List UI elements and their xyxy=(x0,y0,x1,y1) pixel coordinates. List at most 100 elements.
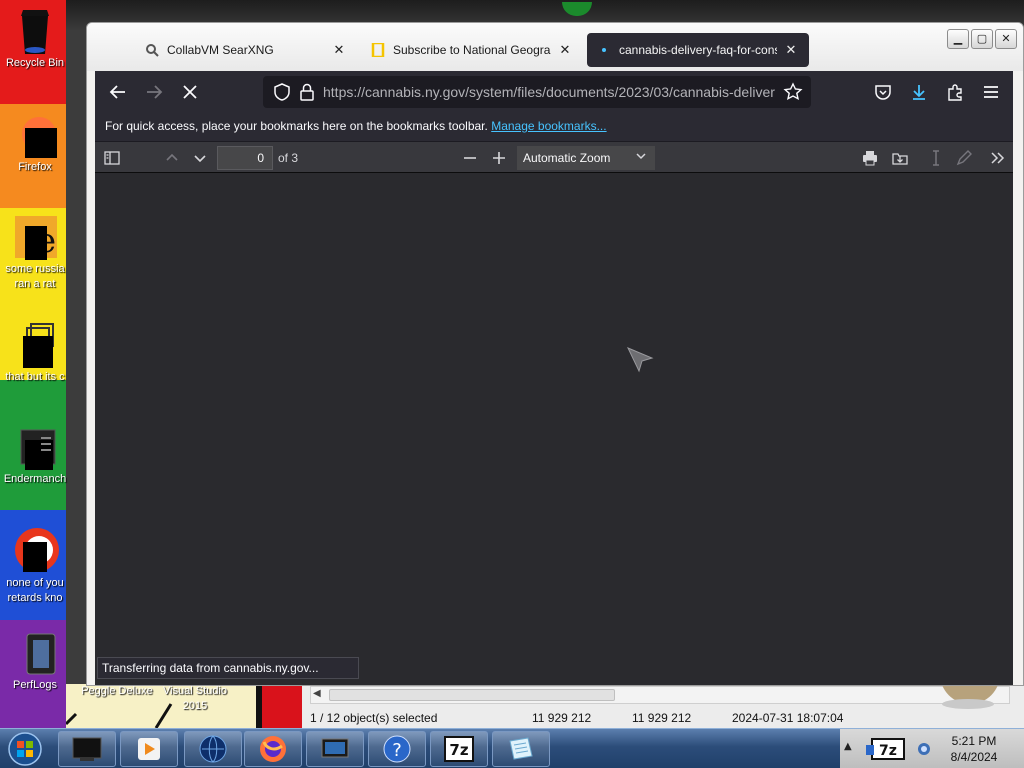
desktop-icon-label-line2: 2015 xyxy=(182,700,208,712)
minus-icon xyxy=(464,157,476,159)
mouse-pointer-icon xyxy=(626,347,654,373)
manage-bookmarks-link[interactable]: Manage bookmarks... xyxy=(491,119,606,133)
maximize-button[interactable]: ▢ xyxy=(971,29,993,49)
desktop-icon-that-but-its[interactable]: that but its c xyxy=(0,322,70,385)
show-hidden-icons-icon[interactable]: ▲ xyxy=(844,741,852,752)
file-manager-statusbar: 1 / 12 object(s) selected 11 929 212 11 … xyxy=(302,706,1024,728)
back-button[interactable] xyxy=(106,80,130,104)
draw-tool-button[interactable] xyxy=(953,147,975,169)
globe-icon xyxy=(199,735,227,763)
clock-date: 8/4/2024 xyxy=(950,750,998,764)
start-orb-icon[interactable] xyxy=(6,731,44,767)
stop-x-icon xyxy=(183,85,197,99)
scroll-left-icon[interactable]: ◀ xyxy=(313,688,321,699)
desktop-icon-label: Peggle Deluxe xyxy=(81,685,153,697)
taskbar-firefox-button[interactable] xyxy=(244,731,302,767)
help-question-icon: ? xyxy=(383,735,411,763)
download-arrow-icon xyxy=(913,85,925,100)
taskbar-help-button[interactable]: ? xyxy=(368,731,426,767)
tab-close-icon[interactable]: ✕ xyxy=(331,42,347,58)
desktop-icon-visual-studio[interactable]: Visual Studio 2015 xyxy=(158,684,232,714)
desktop-icon-recycle-bin[interactable]: Recycle Bin xyxy=(0,6,70,71)
svg-text:7z: 7z xyxy=(449,741,468,759)
url-text[interactable]: https://cannabis.ny.gov/system/files/doc… xyxy=(323,84,775,100)
modified-value: 2024-07-31 18:07:04 xyxy=(732,711,844,725)
taskbar-globe-button[interactable] xyxy=(184,731,242,767)
firefox-window: CollabVM SearXNG ✕ Subscribe to National… xyxy=(86,22,1024,686)
size-value: 11 929 212 xyxy=(532,711,592,725)
firefox-icon xyxy=(260,736,286,762)
horizontal-scrollbar[interactable]: ◀ xyxy=(310,686,1010,704)
tracking-protection-shield-icon[interactable] xyxy=(273,83,291,101)
extensions-button[interactable] xyxy=(943,80,967,104)
pdf-viewer-area[interactable] xyxy=(95,173,1013,685)
close-window-button[interactable]: ✕ xyxy=(995,29,1017,49)
natgeo-favicon xyxy=(371,43,385,57)
more-tools-button[interactable] xyxy=(987,147,1009,169)
next-page-button[interactable] xyxy=(189,147,211,169)
taskbar-clock[interactable]: 5:21 PM 8/4/2024 xyxy=(932,733,1016,765)
taskbar-screen-button[interactable] xyxy=(306,731,364,767)
monitor-icon xyxy=(72,737,102,761)
chevron-up-icon xyxy=(166,153,178,161)
app-menu-button[interactable] xyxy=(979,80,1003,104)
taskbar-terminal-button[interactable] xyxy=(58,731,116,767)
desktop-icon-label: Firefox xyxy=(18,161,52,173)
downloads-button[interactable] xyxy=(907,80,931,104)
chevron-down-icon xyxy=(636,153,646,160)
tab-close-icon[interactable]: ✕ xyxy=(783,42,799,58)
tab-title: Subscribe to National Geograph xyxy=(393,43,551,57)
minimize-button[interactable]: ▁ xyxy=(947,29,969,49)
desktop-icon-label: none of you xyxy=(6,577,64,589)
url-bar[interactable]: https://cannabis.ny.gov/system/files/doc… xyxy=(263,76,811,108)
taskbar-notepad-button[interactable] xyxy=(492,731,550,767)
network-icon[interactable] xyxy=(916,741,932,757)
desktop-icon-perflogs[interactable]: PerfLogs xyxy=(0,632,70,693)
page-number-input[interactable]: 0 xyxy=(217,146,273,170)
loading-status-panel: Transferring data from cannabis.ny.gov..… xyxy=(97,657,359,679)
screen-window-icon xyxy=(321,738,349,758)
zoom-select-value: Automatic Zoom xyxy=(523,151,611,165)
scrollbar-thumb[interactable] xyxy=(329,689,615,701)
windows-stack-icon xyxy=(23,323,54,368)
zoom-out-button[interactable] xyxy=(459,147,481,169)
tab-close-icon[interactable]: ✕ xyxy=(557,42,573,58)
bookmarks-toolbar: For quick access, place your bookmarks h… xyxy=(95,113,1013,141)
bookmarks-hint-text: For quick access, place your bookmarks h… xyxy=(105,119,488,133)
tab-title: CollabVM SearXNG xyxy=(167,43,274,57)
tab-cannabis-delivery-faq[interactable]: cannabis-delivery-faq-for-cons ✕ xyxy=(587,33,809,67)
desktop-icon-none-of-you[interactable]: none of you retards kno xyxy=(0,526,70,606)
sidebar-toggle-button[interactable] xyxy=(101,147,123,169)
ie-shortcut-icon: e xyxy=(15,216,57,261)
tray-7zip-icon[interactable]: 7z xyxy=(864,735,912,763)
text-tool-button[interactable] xyxy=(925,147,947,169)
taskbar-7zip-button[interactable]: 7z xyxy=(430,731,488,767)
desktop-icon-label-line2: ran a rat xyxy=(14,278,56,290)
pocket-button[interactable] xyxy=(871,80,895,104)
tab-collabvm-searxng[interactable]: CollabVM SearXNG ✕ xyxy=(135,33,357,67)
desktop-icon-firefox[interactable]: Firefox xyxy=(0,112,70,175)
hamburger-menu-icon xyxy=(984,86,998,98)
desktop-icon-some-russia[interactable]: e some russia ran a rat xyxy=(0,214,70,292)
taskbar: ? 7z ▲ 7z 5:21 PM 8/4/2024 xyxy=(0,728,1024,768)
previous-page-button[interactable] xyxy=(161,147,183,169)
desktop-icon-label: Recycle Bin xyxy=(5,57,65,69)
taskbar-media-player-button[interactable] xyxy=(120,731,178,767)
navigation-toolbar: https://cannabis.ny.gov/system/files/doc… xyxy=(95,71,1013,113)
zoom-in-button[interactable] xyxy=(488,147,510,169)
lock-icon[interactable] xyxy=(299,83,315,101)
desktop-icon-label: PerfLogs xyxy=(12,679,58,691)
stop-button[interactable] xyxy=(178,80,202,104)
desktop-icon-label: Endermanch xyxy=(3,473,67,485)
save-pdf-button[interactable] xyxy=(889,147,911,169)
tab-national-geographic[interactable]: Subscribe to National Geograph ✕ xyxy=(361,33,583,67)
desktop-icon-peggle-deluxe[interactable]: Peggle Deluxe xyxy=(80,684,154,699)
print-button[interactable] xyxy=(859,147,881,169)
desktop-icon-endermanch[interactable]: Endermanch xyxy=(0,428,70,487)
tab-title: cannabis-delivery-faq-for-cons xyxy=(619,43,777,57)
bookmark-star-icon[interactable] xyxy=(783,82,803,102)
forward-button[interactable] xyxy=(142,80,166,104)
zoom-select[interactable]: Automatic Zoom xyxy=(517,146,655,170)
puzzle-piece-icon xyxy=(948,84,962,101)
folder-dark-icon xyxy=(26,633,56,675)
